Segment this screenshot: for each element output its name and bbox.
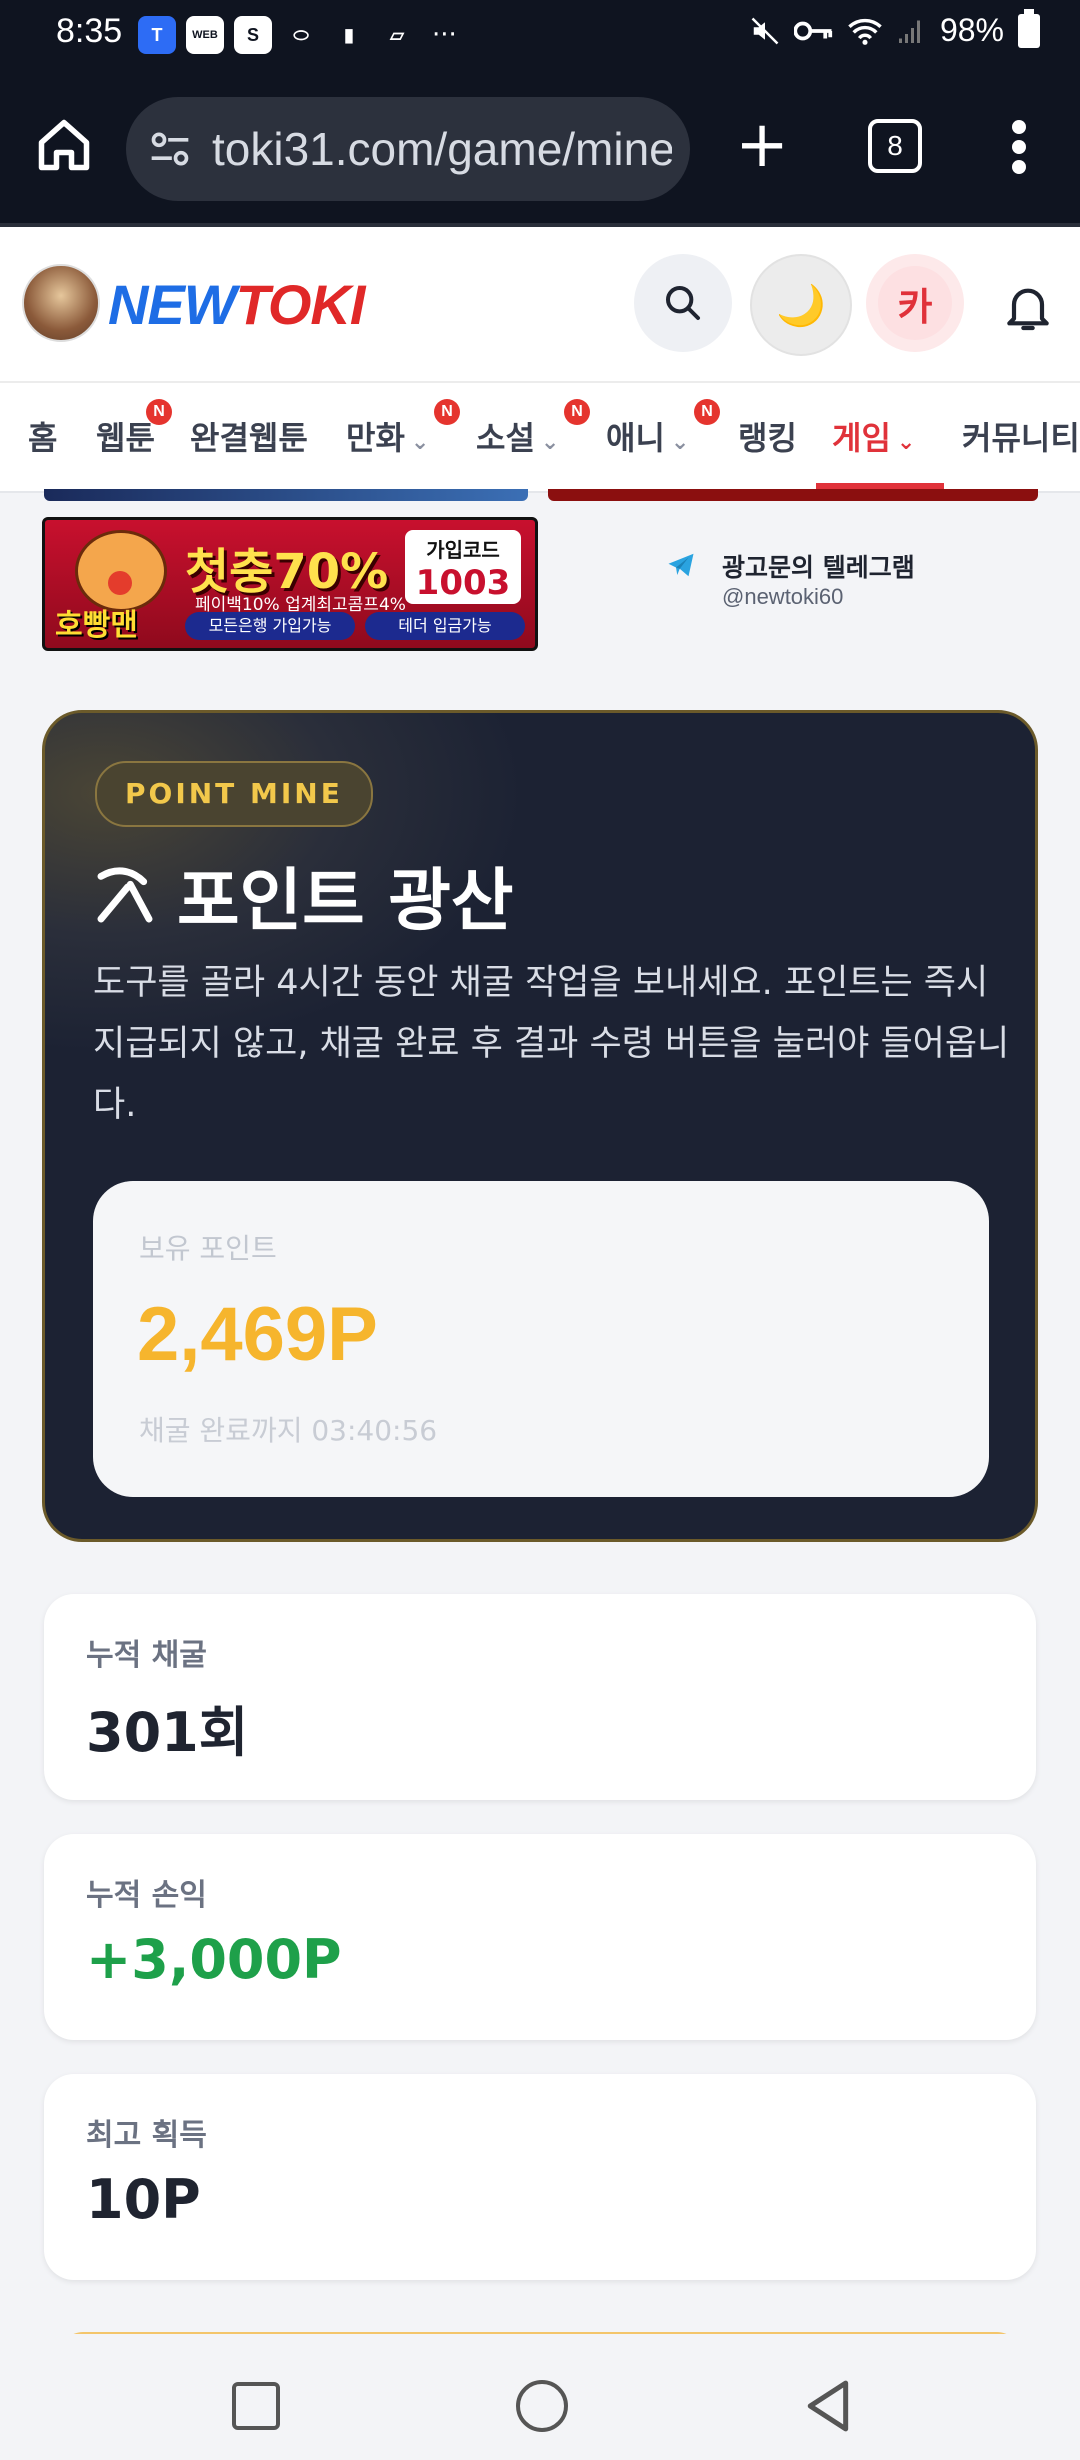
status-bar: 8:35 T WEB S ⬭ ▮ ▱ ··· 98% — [0, 0, 1080, 75]
chevron-down-icon: ⌄ — [896, 430, 916, 455]
profile-initial: 카 — [897, 284, 933, 329]
nav-item-manga[interactable]: 만화 ⌄ N — [346, 399, 460, 459]
telegram-ad-title[interactable]: 광고문의 텔레그램 — [722, 548, 915, 584]
logo-mascot-icon[interactable] — [22, 264, 100, 342]
point-mine-card: POINT MINE 포인트 광산 도구를 골라 4시간 동안 채굴 작업을 보… — [42, 710, 1038, 1542]
home-icon[interactable] — [34, 115, 94, 175]
point-mine-badge: POINT MINE — [95, 761, 373, 827]
address-bar[interactable]: toki31.com/game/mine — [126, 97, 690, 201]
nav-item-anime[interactable]: 애니 ⌄ N — [606, 399, 720, 459]
url-text[interactable]: toki31.com/game/mine — [212, 121, 672, 177]
s-app-icon: S — [234, 16, 272, 54]
stat-card-best-gain: 최고 획득 10P — [44, 2074, 1036, 2280]
new-tab-icon[interactable]: + — [732, 113, 792, 177]
vpn-key-icon — [793, 21, 833, 40]
page-title-text: 포인트 광산 — [177, 862, 514, 941]
chevron-down-icon: ⌄ — [670, 430, 690, 455]
nav-item-novel[interactable]: 소설 ⌄ N — [476, 399, 590, 459]
new-badge: N — [146, 399, 172, 425]
tving-icon: T — [138, 16, 176, 54]
stat-value: 301회 — [86, 1701, 249, 1764]
nav-item-community[interactable]: 커뮤니티 — [962, 413, 1080, 459]
points-label: 보유 포인트 — [139, 1232, 277, 1265]
pickaxe-icon — [97, 867, 153, 922]
nav-item-game[interactable]: 게임 ⌄ — [832, 413, 915, 459]
telegram-handle[interactable]: @newtoki60 — [722, 584, 843, 610]
chevron-down-icon: ⌄ — [410, 430, 430, 455]
moon-icon: 🌙 — [776, 282, 826, 329]
site-settings-icon[interactable] — [148, 127, 192, 171]
battery-saver-icon: ▮ — [344, 24, 354, 45]
home-nav-icon[interactable] — [516, 2380, 568, 2432]
no-sim-icon: ▱ — [390, 24, 404, 45]
mining-timer: 채굴 완료까지 03:40:56 — [139, 1414, 438, 1447]
ad-pill-right: 테더 입금가능 — [365, 612, 525, 640]
stat-card-total-profit: 누적 손익 +3,000P — [44, 1834, 1036, 2040]
bell-icon[interactable] — [1000, 279, 1056, 335]
ad-banner-top-right[interactable] — [548, 489, 1038, 501]
stat-label: 누적 채굴 — [86, 1638, 207, 1673]
battery-icon — [1018, 8, 1040, 48]
search-icon — [666, 286, 700, 320]
page-description: 도구를 골라 4시간 동안 채굴 작업을 보내세요. 포인트는 즉시 지급되지 … — [93, 963, 1010, 1125]
points-panel: 보유 포인트 2,469P 채굴 완료까지 03:40:56 — [93, 1181, 989, 1497]
telegram-icon[interactable] — [666, 550, 696, 580]
browser-toolbar: toki31.com/game/mine + 8 — [0, 75, 1080, 227]
site-header: NEWTOKI 🌙 카 — [0, 227, 1080, 381]
ad-code-label: 가입코드 — [426, 538, 500, 562]
more-menu-icon[interactable] — [1004, 117, 1034, 177]
nav-item-completed-webtoon[interactable]: 완결웹툰 — [190, 413, 308, 459]
recents-icon[interactable] — [232, 2382, 280, 2430]
nav-item-home[interactable]: 홈 — [28, 413, 57, 459]
ad-banner-top-left[interactable] — [44, 489, 528, 501]
new-badge: N — [694, 399, 720, 425]
logo-new: NEW — [108, 273, 237, 336]
pill-icon: ⬭ — [293, 24, 309, 45]
ad-brand: 호빵맨 — [55, 608, 138, 643]
more-notifications-icon: ··· — [432, 20, 457, 50]
stat-value: 10P — [86, 2168, 201, 2231]
points-value: 2,469P — [137, 1292, 378, 1377]
battery-percent: 98% — [939, 12, 1004, 48]
ad-banner[interactable]: 호빵맨 첫충70% 페이백10% 업계최고콤프4% 가입코드 1003 모든은행… — [42, 517, 538, 651]
system-nav-bar — [0, 2334, 1080, 2460]
stat-label: 누적 손익 — [86, 1878, 207, 1913]
stat-label: 최고 획득 — [86, 2118, 207, 2153]
logo-toki: TOKI — [235, 273, 366, 336]
search-button[interactable] — [634, 254, 732, 352]
ad-code-box: 가입코드 1003 — [405, 530, 521, 604]
tab-count-button[interactable]: 8 — [868, 119, 922, 173]
nav-item-webtoon[interactable]: 웹툰 N — [96, 399, 172, 459]
webtoon-icon: WEB — [186, 16, 224, 54]
system-icons: 98% — [750, 8, 1040, 49]
stat-value: +3,000P — [86, 1928, 342, 1991]
wifi-icon — [848, 18, 882, 45]
dark-mode-button[interactable]: 🌙 — [750, 254, 852, 356]
page-title: 포인트 광산 — [93, 845, 513, 944]
mute-icon — [751, 17, 779, 44]
new-badge: N — [564, 399, 590, 425]
profile-button[interactable]: 카 — [866, 254, 964, 352]
stat-card-total-mining: 누적 채굴 301회 — [44, 1594, 1036, 1800]
nav-item-ranking[interactable]: 랭킹 — [738, 413, 797, 459]
new-badge: N — [434, 399, 460, 425]
ad-code-value: 1003 — [415, 563, 511, 603]
signal-icon — [898, 20, 920, 43]
back-icon[interactable] — [804, 2378, 854, 2434]
chevron-down-icon: ⌄ — [540, 430, 560, 455]
ad-pill-left: 모든은행 가입가능 — [185, 612, 355, 640]
notification-icons: T WEB S ⬭ ▮ ▱ ··· — [138, 16, 457, 54]
status-time: 8:35 — [56, 12, 123, 50]
site-logo[interactable]: NEWTOKI — [108, 272, 366, 337]
category-nav: 홈 웹툰 N 완결웹툰 만화 ⌄ N 소설 ⌄ N 애니 ⌄ N 랭킹 게임 ⌄ 커뮤니티 — [0, 381, 1080, 493]
